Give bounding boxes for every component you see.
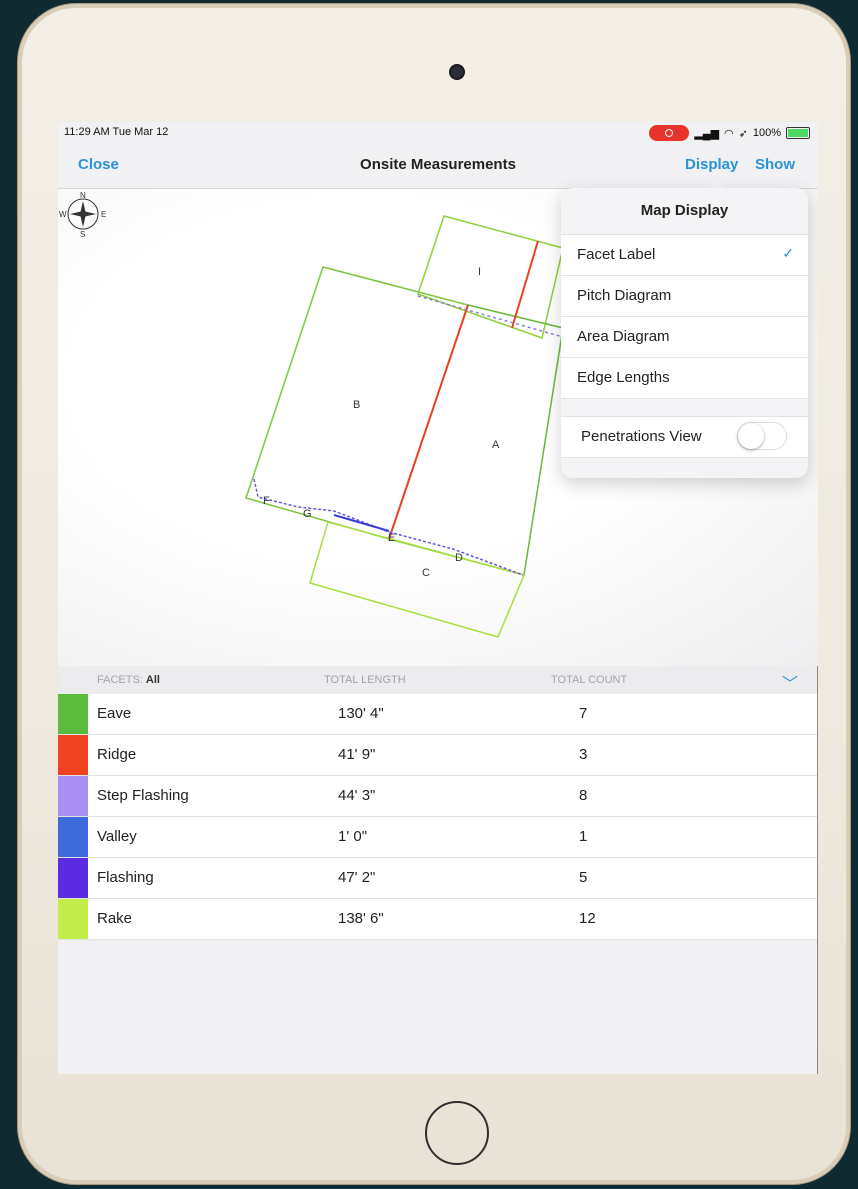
status-icons: ▂▄▆ ◠ ➶ 100% xyxy=(649,125,810,141)
edge-length: 47' 2" xyxy=(338,869,376,886)
option-label: Pitch Diagram xyxy=(577,287,672,304)
facet-label: I xyxy=(478,266,481,278)
valley-line xyxy=(333,514,390,532)
table-row[interactable]: Ridge 41' 9" 3 xyxy=(58,735,818,776)
screen-record-icon xyxy=(649,125,690,141)
option-edge-lengths[interactable]: Edge Lengths xyxy=(561,357,808,399)
ridge-line xyxy=(388,304,469,540)
edge-length: 41' 9" xyxy=(338,746,376,763)
facet-label: E xyxy=(388,532,395,544)
edge-count: 12 xyxy=(579,910,596,927)
compass-south: S xyxy=(80,230,85,239)
facet-label: C xyxy=(422,567,430,579)
col-total-length: TOTAL LENGTH xyxy=(324,674,406,686)
facet-label: A xyxy=(492,439,500,451)
edge-type: Ridge xyxy=(97,746,137,763)
wifi-icon: ◠ xyxy=(724,127,734,140)
edge-table: Eave 130' 4" 7 Ridge 41' 9" 3 Step Flashing 4… xyxy=(58,694,818,940)
edge-length: 130' 4" xyxy=(338,705,384,722)
color-swatch xyxy=(58,899,88,939)
table-row[interactable]: Eave 130' 4" 7 xyxy=(58,694,818,735)
edge-type: Eave xyxy=(97,705,132,722)
show-button[interactable]: Show xyxy=(755,156,795,173)
facets-filter[interactable]: FACETS: All xyxy=(97,674,160,686)
table-row[interactable]: Valley 1' 0" 1 xyxy=(58,817,818,858)
location-icon: ➶ xyxy=(738,127,748,140)
edge-type: Valley xyxy=(97,828,137,845)
color-swatch xyxy=(58,776,88,816)
flashing-line xyxy=(253,478,524,576)
home-button[interactable] xyxy=(425,1101,489,1165)
edge-type: Rake xyxy=(97,910,133,927)
edge-length: 138' 6" xyxy=(338,910,384,927)
navigation-bar: Close Onsite Measurements Display Show xyxy=(58,144,818,189)
facet-a-outline xyxy=(388,304,564,576)
option-label: Edge Lengths xyxy=(577,369,670,386)
edge-type: Step Flashing xyxy=(97,787,189,804)
checkmark-icon: ✓ xyxy=(782,245,794,261)
color-swatch xyxy=(58,858,88,898)
table-row[interactable]: Step Flashing 44' 3" 8 xyxy=(58,776,818,817)
table-row[interactable]: Flashing 47' 2" 5 xyxy=(58,858,818,899)
color-swatch xyxy=(58,694,88,734)
divider xyxy=(817,666,818,1074)
facet-label: D xyxy=(455,552,463,564)
status-time: 11:29 AM Tue Mar 12 xyxy=(64,126,169,138)
signal-icon: ▂▄▆ xyxy=(694,127,720,140)
edge-length: 1' 0" xyxy=(338,828,368,845)
edge-count: 8 xyxy=(579,787,588,804)
color-swatch xyxy=(58,817,88,857)
edge-count: 5 xyxy=(579,869,588,886)
display-button[interactable]: Display xyxy=(685,156,738,173)
map-display-popover: Map Display Facet Label ✓ Pitch Diagram … xyxy=(561,188,808,478)
facet-label: B xyxy=(353,399,360,411)
edge-count: 1 xyxy=(579,828,588,845)
col-total-count: TOTAL COUNT xyxy=(551,674,628,686)
facets-value: All xyxy=(145,674,160,686)
status-bar: 11:29 AM Tue Mar 12 ▂▄▆ ◠ ➶ 100% xyxy=(58,122,818,144)
facet-i-outline xyxy=(417,215,564,339)
facets-label: FACETS: xyxy=(97,674,143,686)
ridge-line xyxy=(511,240,539,329)
edge-type: Flashing xyxy=(97,869,154,886)
option-label: Area Diagram xyxy=(577,328,670,345)
facet-c-outline xyxy=(309,521,526,638)
front-camera xyxy=(451,66,463,78)
chevron-down-icon[interactable]: ﹀ xyxy=(782,670,798,694)
facet-label: G xyxy=(303,508,312,520)
table-row[interactable]: Rake 138' 6" 12 xyxy=(58,899,818,940)
table-header: FACETS: All TOTAL LENGTH TOTAL COUNT ﹀ xyxy=(58,666,818,694)
map-display-options: Facet Label ✓ Pitch Diagram Area Diagram… xyxy=(561,234,808,399)
battery-percent: 100% xyxy=(752,127,781,139)
edge-length: 44' 3" xyxy=(338,787,376,804)
edge-count: 7 xyxy=(579,705,588,722)
app-screen: 11:29 AM Tue Mar 12 ▂▄▆ ◠ ➶ 100% Close O… xyxy=(58,122,818,1074)
popover-title: Map Display xyxy=(640,202,729,219)
option-label: Facet Label xyxy=(577,246,656,263)
facet-label: F xyxy=(263,495,270,507)
compass-north: N xyxy=(80,191,86,200)
option-pitch-diagram[interactable]: Pitch Diagram xyxy=(561,275,808,316)
compass-east: E xyxy=(101,210,106,219)
battery-icon xyxy=(786,127,810,139)
edge-count: 3 xyxy=(579,746,588,763)
compass-west: W xyxy=(59,210,67,219)
color-swatch xyxy=(58,735,88,775)
penetrations-view-row: Penetrations View xyxy=(561,416,808,458)
compass-icon: N S E W xyxy=(59,191,106,239)
option-area-diagram[interactable]: Area Diagram xyxy=(561,316,808,357)
penetrations-view-toggle[interactable] xyxy=(737,422,787,450)
option-facet-label[interactable]: Facet Label ✓ xyxy=(561,234,808,275)
penetrations-view-label: Penetrations View xyxy=(581,428,702,445)
